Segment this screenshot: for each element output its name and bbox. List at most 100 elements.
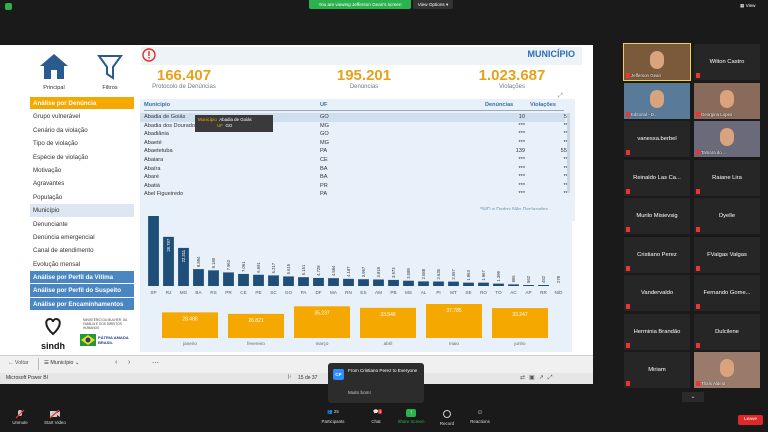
menu-item[interactable]: População <box>30 191 134 205</box>
table-row[interactable]: Abaeté MG *** *** <box>140 139 570 148</box>
menu-item[interactable]: Motivação <box>30 164 134 178</box>
participant-tile[interactable]: vanessa.berbel <box>624 121 690 157</box>
menu-item[interactable]: Grupo vulnerável <box>30 110 134 124</box>
participant-tile[interactable]: Cristiano Perez <box>624 236 690 273</box>
bar-es[interactable] <box>358 279 369 286</box>
bar-ma[interactable] <box>328 278 339 286</box>
bar-value-label: 4.187 <box>346 266 351 277</box>
bar-rr[interactable] <box>538 285 549 286</box>
bar-al[interactable] <box>418 281 429 286</box>
share-tools[interactable]: ⇄▣↗⤢ <box>520 374 557 382</box>
bar-ba[interactable] <box>193 269 204 286</box>
bar-ce[interactable] <box>238 273 249 286</box>
more-options-icon[interactable]: ⋯ <box>152 359 159 367</box>
bar-pe[interactable] <box>253 274 264 286</box>
bar-df[interactable] <box>313 277 324 286</box>
participant-tile[interactable]: Jefferson Gean <box>623 43 691 81</box>
gallery-next-button[interactable]: ⌄ <box>682 392 704 402</box>
share-screen-button[interactable]: ↑ Share Screen <box>391 409 431 424</box>
participant-tile[interactable]: Fernando Gome... <box>694 275 760 311</box>
menu-item[interactable]: Análise por Perfil da Vítima <box>30 271 134 285</box>
filter-button[interactable]: Filtros <box>94 52 126 91</box>
participant-tile[interactable]: Dulcilene <box>694 313 760 350</box>
bar-ac[interactable] <box>508 284 519 286</box>
expand-icon[interactable]: ⤢ <box>558 93 563 100</box>
bar-pi[interactable] <box>433 281 444 286</box>
table-row[interactable]: Abaetetuba PA 139 559 <box>140 147 570 156</box>
menu-item[interactable]: Cenário da violação <box>30 124 134 138</box>
bar-se[interactable] <box>463 282 474 286</box>
bar-rs[interactable] <box>208 270 219 286</box>
bar-ro[interactable] <box>478 282 489 286</box>
table-row[interactable]: Abel Figueiredo PA *** *** <box>140 190 570 199</box>
participants-button[interactable]: 👥 25 Participants <box>313 409 353 424</box>
page-selector[interactable]: ☰ Município ⌄ <box>44 360 79 366</box>
menu-item[interactable]: Tipo de violação <box>30 137 134 151</box>
table-row[interactable]: Abaiara CE *** *** <box>140 156 570 165</box>
menu-item[interactable]: Canal de atendimento <box>30 244 134 258</box>
participant-tile[interactable]: Vandervaldo <box>624 275 690 311</box>
participant-tile[interactable]: Raiane Lira <box>694 159 760 196</box>
bar-pr[interactable] <box>223 272 234 286</box>
menu-item[interactable]: Espécie de violação <box>30 151 134 164</box>
bar-sp[interactable] <box>148 216 159 286</box>
participant-tile[interactable]: Miriam <box>624 352 690 388</box>
participant-tile[interactable]: Wilton Castro <box>694 44 760 80</box>
menu-item[interactable]: Análise por Denúncia <box>30 97 134 111</box>
back-button[interactable]: ← Voltar <box>8 360 29 366</box>
menu-item[interactable]: Análise por Encaminhamentos <box>30 297 134 312</box>
participant-tile[interactable]: Editorial - D... <box>624 82 690 119</box>
view-button[interactable]: ▦ View <box>740 3 756 9</box>
participant-tile[interactable]: Tamara do ... <box>694 121 760 157</box>
first-page-button[interactable]: |‹ <box>288 374 291 380</box>
bar-to[interactable] <box>493 283 504 286</box>
menu-item[interactable]: Evolução mensal <box>30 258 134 272</box>
table-scrollbar[interactable] <box>567 113 570 193</box>
reactions-button[interactable]: ☺ Reactions <box>460 409 500 424</box>
col-denuncias[interactable]: Denúncias <box>485 102 513 108</box>
bar-sc[interactable] <box>268 275 279 286</box>
category-label: PE <box>255 290 261 295</box>
participant-tile[interactable]: Dyelle <box>694 198 760 234</box>
bar-ap[interactable] <box>523 285 534 286</box>
leave-button[interactable]: Leave <box>738 415 763 425</box>
start-video-button[interactable]: Start Video <box>35 409 75 425</box>
chat-button[interactable]: 💬 1 Chat <box>356 409 396 424</box>
table-row[interactable]: Abaré BA *** *** <box>140 173 570 182</box>
col-uf[interactable]: UF <box>320 102 327 108</box>
info-icon[interactable] <box>142 48 156 62</box>
col-municipio[interactable]: Município <box>144 102 170 108</box>
table-cell-uf: PA <box>320 148 328 155</box>
bar-pb[interactable] <box>388 279 399 286</box>
participant-tile[interactable]: FValgas Valgas <box>694 236 760 273</box>
table-row[interactable]: Abatiá PR *** *** <box>140 182 570 191</box>
menu-item[interactable]: Denunciante <box>30 218 134 231</box>
bar-rn[interactable] <box>343 278 354 286</box>
participant-tile[interactable]: Thaís Aldeia <box>694 352 760 388</box>
home-button[interactable]: Principal <box>38 52 70 91</box>
shield-icon[interactable] <box>5 3 12 10</box>
bar-mt[interactable] <box>448 281 459 286</box>
chat-notification[interactable]: CP From Cristiano Perez to Everyone Muit… <box>328 363 424 403</box>
brasil-text: PÁTRIA AMADA BRASIL <box>98 335 129 345</box>
bar-go[interactable] <box>283 276 294 286</box>
participant-tile[interactable]: Murilo Misievsig <box>624 198 690 234</box>
bar-pa[interactable] <box>298 277 309 286</box>
menu-item[interactable]: Denúncia emergencial <box>30 231 134 245</box>
prev-page-button[interactable]: ‹ <box>115 359 117 366</box>
table-row[interactable]: Abaíra BA *** *** <box>140 165 570 174</box>
view-options-button[interactable]: View Options ▾ <box>413 0 453 9</box>
menu-item[interactable]: Município <box>30 204 134 218</box>
bar-value-label: 22.311 <box>181 249 186 262</box>
next-page-button[interactable]: › <box>128 359 130 366</box>
page-title: MUNICÍPIO <box>527 49 575 59</box>
unmute-button[interactable]: Unmute <box>0 409 40 425</box>
bar-am[interactable] <box>373 279 384 286</box>
participant-tile[interactable]: Herminia Brandão <box>624 313 690 350</box>
participant-tile[interactable]: Georgina Lopes <box>694 82 760 119</box>
col-violacoes[interactable]: Violações <box>530 102 556 108</box>
participant-tile[interactable]: Reinaldo Las Ca... <box>624 159 690 196</box>
menu-item[interactable]: Agravantes <box>30 177 134 191</box>
bar-ms[interactable] <box>403 280 414 286</box>
menu-item[interactable]: Análise por Perfil do Suspeito <box>30 284 134 298</box>
